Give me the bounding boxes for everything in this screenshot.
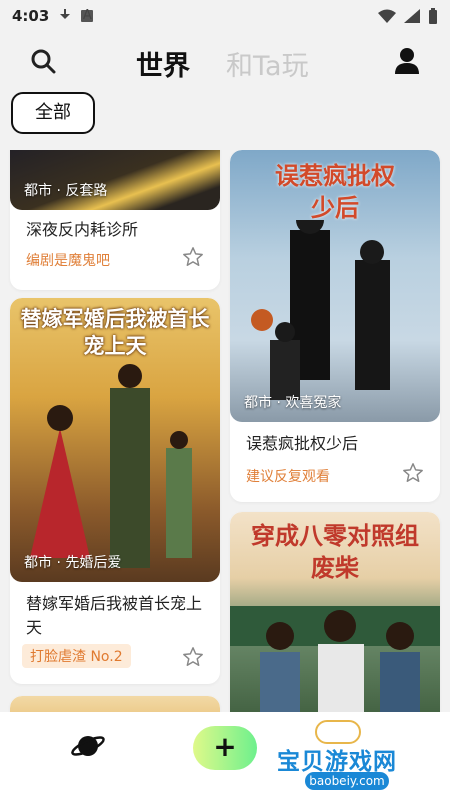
search-icon[interactable]: [30, 48, 56, 78]
filter-chip-all[interactable]: 全部: [11, 92, 95, 134]
cover-illustration: [251, 220, 390, 400]
story-cover: 穿成八零对照组废柴: [230, 512, 440, 712]
story-title: 替嫁军婚后我被首长宠上天: [26, 594, 203, 637]
story-tag: 都市 · 反套路: [24, 183, 108, 199]
cover-illustration: [230, 606, 440, 712]
story-card-deep-night[interactable]: 都市 · 反套路 深夜反内耗诊所 编剧是魔鬼吧: [10, 150, 220, 290]
story-subtitle: 编剧是魔鬼吧: [26, 253, 110, 269]
cover-title: 替嫁军婚后我被首长宠上天: [20, 307, 210, 358]
download-icon: [59, 9, 71, 23]
story-cover: 替嫁军婚后我被首长宠上天 都市 · 先婚后爱: [10, 298, 220, 582]
status-bar: 4:03 A: [0, 0, 450, 32]
status-time: 4:03: [12, 7, 50, 25]
profile-icon[interactable]: [392, 46, 422, 80]
story-tag: 都市 · 先婚后爱: [24, 555, 122, 571]
cover-illustration: [30, 364, 192, 568]
wifi-icon: [378, 9, 396, 23]
cover-title: 误惹疯批权少后: [275, 162, 395, 222]
watermark: 宝贝游戏网 baobeiy.com: [275, 720, 415, 800]
star-icon[interactable]: [182, 246, 204, 268]
story-cover: 都市 · 反套路: [10, 150, 220, 210]
story-title: 误惹疯批权少后: [246, 434, 359, 453]
bottom-nav: + 宝贝游戏网 baobeiy.com: [0, 712, 450, 800]
top-header: 世界 和Ta玩: [0, 36, 450, 86]
gamepad-icon: [315, 720, 361, 744]
story-card-eighties[interactable]: 穿成八零对照组废柴: [230, 512, 440, 712]
story-card-quan-shao[interactable]: 误惹疯批权少后 都市 · 欢喜冤家 误惹疯批权少后 建议反复观看: [230, 150, 440, 502]
story-cover: 误惹疯批权少后 都市 · 欢喜冤家: [230, 150, 440, 422]
story-subtitle: 打脸虐渣 No.2: [22, 644, 131, 668]
create-button[interactable]: +: [193, 726, 257, 770]
story-subtitle: 建议反复观看: [246, 469, 330, 485]
watermark-url: baobeiy.com: [305, 772, 389, 790]
story-tag: 都市 · 欢喜冤家: [244, 395, 342, 411]
battery-icon: [429, 8, 437, 24]
story-card-peek[interactable]: [10, 696, 220, 712]
watermark-text: 宝贝游戏网: [277, 749, 397, 775]
story-card-military-marriage[interactable]: 替嫁军婚后我被首长宠上天 都市 · 先婚后爱 替嫁军婚后我被首长宠上天 打脸虐渣…: [10, 298, 220, 684]
story-feed[interactable]: 都市 · 反套路 深夜反内耗诊所 编剧是魔鬼吧 误惹疯批权少后 都市 · 欢喜冤…: [0, 150, 450, 712]
tab-play-with-ta[interactable]: 和Ta玩: [226, 44, 309, 83]
signal-icon: [404, 9, 420, 23]
cover-title: 穿成八零对照组废柴: [251, 522, 419, 582]
star-icon[interactable]: [402, 462, 424, 484]
a-notification-icon: A: [81, 8, 94, 23]
star-icon[interactable]: [182, 646, 204, 668]
planet-icon[interactable]: [70, 730, 106, 766]
story-title: 深夜反内耗诊所: [26, 220, 139, 239]
tab-world[interactable]: 世界: [136, 44, 190, 83]
story-cover: [10, 696, 220, 712]
